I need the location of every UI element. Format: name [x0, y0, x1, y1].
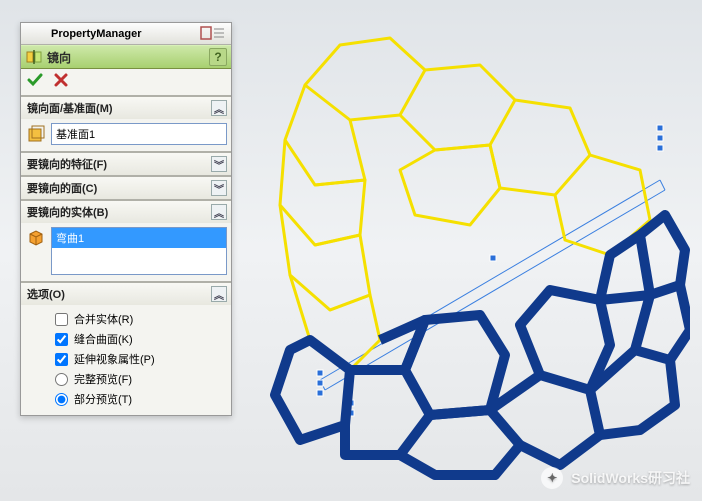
option-label: 缝合曲面(K) — [74, 331, 133, 347]
list-item[interactable]: 基准面1 — [52, 124, 226, 144]
section-bodies: 要镜向的实体(B) ︽ 弯曲1 — [21, 199, 231, 281]
section-options: 选项(O) ︽ 合并实体(R) 缝合曲面(K) 延伸视象属性(P) 完整预览(F… — [21, 281, 231, 415]
section-label: 要镜向的实体(B) — [27, 204, 108, 220]
section-header[interactable]: 要镜向的特征(F) ︾ — [21, 153, 231, 175]
section-features: 要镜向的特征(F) ︾ — [21, 151, 231, 175]
cancel-button[interactable] — [53, 72, 69, 93]
section-header[interactable]: 要镜向的实体(B) ︽ — [21, 201, 231, 223]
chevron-up-icon[interactable]: ︽ — [211, 286, 227, 302]
chevron-down-icon[interactable]: ︾ — [211, 180, 227, 196]
ok-button[interactable] — [27, 72, 43, 93]
help-button[interactable]: ? — [209, 48, 227, 66]
action-bar — [21, 69, 231, 95]
section-header[interactable]: 要镜向的面(C) ︾ — [21, 177, 231, 199]
mirror-icon — [25, 48, 43, 66]
pm-titlebar: PropertyManager — [21, 23, 231, 45]
section-mirror-face: 镜向面/基准面(M) ︽ 基准面1 — [21, 95, 231, 151]
model-preview — [230, 10, 690, 480]
watermark-text: SolidWorks研习社 — [571, 468, 690, 488]
section-header[interactable]: 选项(O) ︽ — [21, 283, 231, 305]
body-select-icon[interactable] — [25, 227, 47, 249]
propvis-checkbox[interactable] — [55, 353, 68, 366]
list-item[interactable]: 弯曲1 — [52, 228, 226, 248]
chevron-up-icon[interactable]: ︽ — [211, 204, 227, 220]
feature-header: 镜向 ? — [21, 45, 231, 69]
wechat-icon: ✦ — [541, 467, 563, 489]
merge-checkbox[interactable] — [55, 313, 68, 326]
knit-checkbox[interactable] — [55, 333, 68, 346]
mirror-face-list[interactable]: 基准面1 — [51, 123, 227, 145]
feature-title: 镜向 — [47, 49, 209, 66]
property-manager-panel: PropertyManager 镜向 ? 镜向面/基准面(M) ︽ — [20, 22, 232, 416]
option-label: 部分预览(T) — [74, 391, 132, 407]
chevron-down-icon[interactable]: ︾ — [211, 156, 227, 172]
face-select-icon[interactable] — [25, 123, 47, 145]
option-label: 合并实体(R) — [74, 311, 133, 327]
partpreview-radio[interactable] — [55, 393, 68, 406]
section-label: 要镜向的特征(F) — [27, 156, 107, 172]
bodies-list[interactable]: 弯曲1 — [51, 227, 227, 275]
chevron-up-icon[interactable]: ︽ — [211, 100, 227, 116]
pin-icon[interactable] — [199, 25, 227, 41]
section-label: 选项(O) — [27, 286, 65, 302]
watermark: ✦ SolidWorks研习社 — [541, 467, 690, 489]
option-label: 延伸视象属性(P) — [74, 351, 155, 367]
fullpreview-radio[interactable] — [55, 373, 68, 386]
option-label: 完整预览(F) — [74, 371, 132, 387]
section-label: 镜向面/基准面(M) — [27, 100, 113, 116]
section-header[interactable]: 镜向面/基准面(M) ︽ — [21, 97, 231, 119]
pm-title: PropertyManager — [51, 28, 141, 40]
section-label: 要镜向的面(C) — [27, 180, 97, 196]
section-faces: 要镜向的面(C) ︾ — [21, 175, 231, 199]
